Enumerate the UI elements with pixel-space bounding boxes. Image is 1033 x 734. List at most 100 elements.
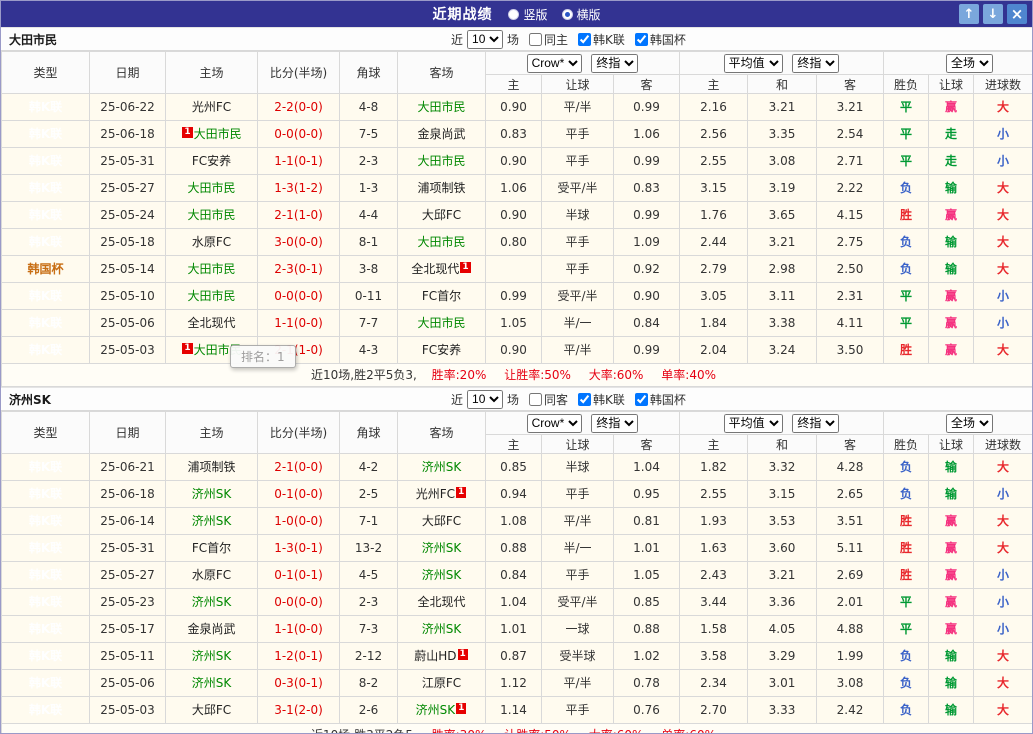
team-name[interactable]: 济州SK bbox=[192, 676, 232, 690]
radio-horizontal-layout[interactable]: 横版 bbox=[561, 6, 601, 23]
ah-home-odds: 1.12 bbox=[485, 669, 542, 697]
avg-away-odds: 4.28 bbox=[815, 453, 885, 481]
ah-time-select[interactable]: 终指 bbox=[591, 413, 639, 433]
koreacup-checkbox-input[interactable] bbox=[634, 32, 648, 46]
ah-line: 平/半 bbox=[541, 507, 614, 535]
team-name[interactable]: 大邱FC bbox=[422, 208, 461, 222]
same-venue-checkbox[interactable]: 同客 bbox=[529, 391, 568, 408]
scope-select[interactable]: 全场 bbox=[946, 53, 994, 73]
avg-home-odds: 2.04 bbox=[679, 336, 748, 364]
bookmaker-select[interactable]: Crow* bbox=[526, 413, 582, 433]
same-venue-checkbox[interactable]: 同主 bbox=[529, 31, 568, 48]
league-type-cell: 韩K联 bbox=[1, 228, 90, 256]
team-name[interactable]: 光州FC bbox=[416, 487, 455, 501]
team-name[interactable]: FC首尔 bbox=[192, 541, 231, 555]
ah-away-odds: 1.02 bbox=[613, 642, 680, 670]
kleague-checkbox[interactable]: 韩K联 bbox=[578, 391, 625, 408]
table-row: 韩K联 25-05-27 大田市民 1-3(1-2) 1-3 浦项制铁 1.06 受平/半 0.… bbox=[1, 174, 1032, 202]
radio-vertical-layout[interactable]: 竖版 bbox=[508, 6, 548, 23]
koreacup-checkbox[interactable]: 韩国杯 bbox=[634, 31, 686, 48]
team-name[interactable]: 济州SK bbox=[422, 568, 462, 582]
avg-type-select[interactable]: 平均值 bbox=[723, 413, 783, 433]
team-name[interactable]: 大田市民 bbox=[417, 235, 465, 249]
team-name[interactable]: 大田市民 bbox=[417, 154, 465, 168]
avg-away-odds: 2.42 bbox=[815, 696, 885, 724]
match-date: 25-05-14 bbox=[89, 255, 166, 283]
same-venue-checkbox-input[interactable] bbox=[529, 32, 543, 46]
team-name[interactable]: 水原FC bbox=[192, 235, 231, 249]
move-down-button[interactable]: ↓ bbox=[983, 4, 1003, 24]
ah-time-select[interactable]: 终指 bbox=[591, 53, 639, 73]
team-name[interactable]: 大田市民 bbox=[187, 181, 235, 195]
scope-select[interactable]: 全场 bbox=[946, 413, 994, 433]
ah-away-odds: 0.76 bbox=[613, 696, 680, 724]
handicap-filter-cell: Crow* 终指 bbox=[485, 411, 680, 435]
ah-home-odds: 0.85 bbox=[485, 453, 542, 481]
team-name[interactable]: 光州FC bbox=[192, 100, 231, 114]
team-name[interactable]: 济州SK bbox=[422, 460, 462, 474]
team-name[interactable]: 大邱FC bbox=[422, 514, 461, 528]
match-date: 25-06-22 bbox=[89, 93, 166, 121]
team-name[interactable]: 大田市民 bbox=[187, 208, 235, 222]
ah-result: 输 bbox=[928, 174, 975, 202]
red-card-badge: 1 bbox=[182, 127, 193, 138]
team-name[interactable]: 江原FC bbox=[422, 676, 461, 690]
team-name[interactable]: 金泉尚武 bbox=[417, 127, 465, 141]
league-type-cell: 韩K联 bbox=[1, 696, 90, 724]
team-name[interactable]: 水原FC bbox=[192, 568, 231, 582]
col-header-result: 胜负 bbox=[883, 434, 930, 454]
team-name[interactable]: 大田市民 bbox=[194, 127, 242, 141]
avg-time-select[interactable]: 终指 bbox=[792, 53, 840, 73]
team-name[interactable]: 济州SK bbox=[422, 622, 462, 636]
team-name[interactable]: 济州SK bbox=[192, 649, 232, 663]
team-name[interactable]: 全北现代 bbox=[411, 262, 459, 276]
window-title: 近期战绩 bbox=[432, 7, 493, 23]
avg-home-odds: 2.34 bbox=[679, 669, 748, 697]
team-name[interactable]: 全北现代 bbox=[417, 595, 465, 609]
team-name[interactable]: 浦项制铁 bbox=[187, 460, 235, 474]
team-name[interactable]: 蔚山HD bbox=[414, 649, 456, 663]
kleague-checkbox-input[interactable] bbox=[578, 392, 592, 406]
col-header-avg-away: 客 bbox=[815, 434, 885, 454]
team-name[interactable]: 济州SK bbox=[416, 703, 456, 717]
team-name[interactable]: 济州SK bbox=[192, 487, 232, 501]
team-name[interactable]: 大田市民 bbox=[187, 262, 235, 276]
close-button[interactable]: × bbox=[1007, 4, 1027, 24]
team-name[interactable]: 全北现代 bbox=[187, 316, 235, 330]
matches-tbody: 韩K联 25-06-22 光州FC 2-2(0-0) 4-8 大田市民 0.90 平/半 0.9… bbox=[1, 93, 1032, 364]
team-name[interactable]: 大田市民 bbox=[417, 100, 465, 114]
team-name[interactable]: FC安养 bbox=[192, 154, 231, 168]
team-name[interactable]: 大邱FC bbox=[192, 703, 231, 717]
team-name[interactable]: 大田市民 bbox=[187, 289, 235, 303]
avg-type-select[interactable]: 平均值 bbox=[723, 53, 783, 73]
ah-result: 输 bbox=[928, 453, 975, 481]
team-name[interactable]: 济州SK bbox=[192, 514, 232, 528]
team-name[interactable]: 金泉尚武 bbox=[187, 622, 235, 636]
team-name[interactable]: FC首尔 bbox=[422, 289, 461, 303]
corner-count: 13-2 bbox=[339, 534, 398, 562]
recent-count-select[interactable]: 10 bbox=[467, 389, 504, 409]
same-venue-checkbox-input[interactable] bbox=[529, 392, 543, 406]
team-name[interactable]: FC安养 bbox=[422, 343, 461, 357]
team-name[interactable]: 济州SK bbox=[192, 595, 232, 609]
ah-away-odds: 0.99 bbox=[613, 93, 680, 121]
koreacup-checkbox[interactable]: 韩国杯 bbox=[634, 391, 686, 408]
summary-odd-rate: 单率:60% bbox=[661, 728, 716, 733]
avg-time-select[interactable]: 终指 bbox=[792, 413, 840, 433]
recent-count-select[interactable]: 10 bbox=[467, 29, 504, 49]
ah-line: 受平/半 bbox=[541, 588, 614, 616]
team-name[interactable]: 济州SK bbox=[422, 541, 462, 555]
league-type-cell: 韩K联 bbox=[1, 201, 90, 229]
table-row: 韩K联 25-05-03 大邱FC 3-1(2-0) 2-6 济州SK 1 1.14 平手 0.7… bbox=[1, 696, 1032, 724]
kleague-checkbox-input[interactable] bbox=[578, 32, 592, 46]
bookmaker-select[interactable]: Crow* bbox=[526, 53, 582, 73]
radio-button-icon[interactable] bbox=[508, 8, 520, 20]
team-name[interactable]: 大田市民 bbox=[417, 316, 465, 330]
col-header-score: 比分(半场) bbox=[257, 51, 340, 94]
same-venue-label: 同主 bbox=[544, 32, 569, 47]
move-up-button[interactable]: ↑ bbox=[959, 4, 979, 24]
team-name[interactable]: 浦项制铁 bbox=[417, 181, 465, 195]
radio-button-icon[interactable] bbox=[561, 8, 573, 20]
koreacup-checkbox-input[interactable] bbox=[634, 392, 648, 406]
kleague-checkbox[interactable]: 韩K联 bbox=[578, 31, 625, 48]
